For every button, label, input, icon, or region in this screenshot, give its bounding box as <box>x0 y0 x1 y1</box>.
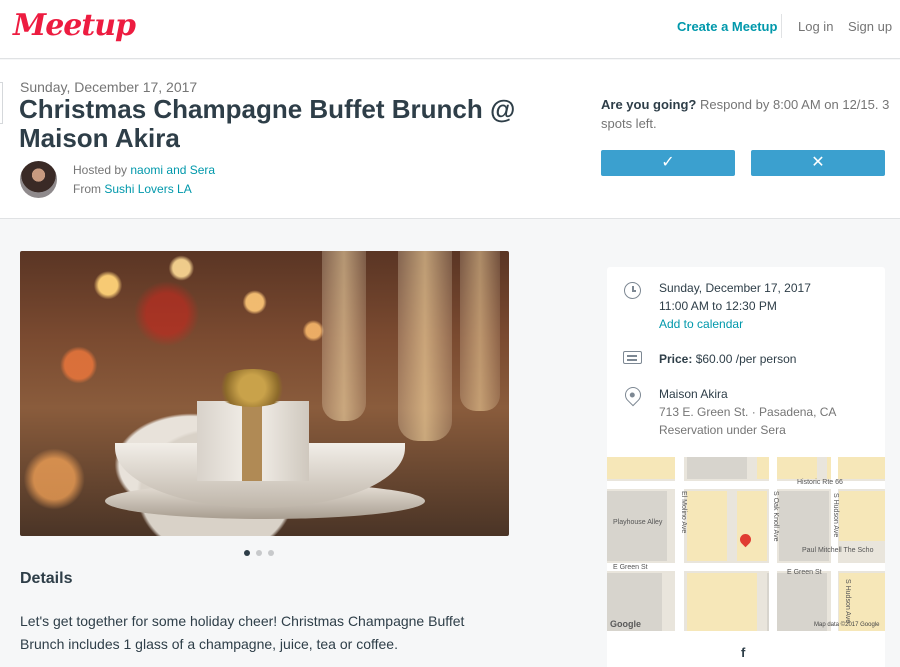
champagne-glass <box>398 251 452 441</box>
map-label-oak-knoll: S Oak Knoll Ave <box>772 491 779 542</box>
map-label-playhouse: Playhouse Alley <box>613 519 663 526</box>
photo-carousel-dots <box>244 543 280 561</box>
rsvp-question: Are you going? <box>601 97 697 112</box>
event-header: Sunday, December 17, 2017 Christmas Cham… <box>0 60 900 219</box>
gift-ribbon <box>242 401 262 481</box>
location-map[interactable]: Historic Rte 66 Playhouse Alley Paul Mit… <box>607 457 885 631</box>
hosted-by-label: Hosted by <box>73 163 131 177</box>
map-label-green-st: E Green St <box>787 569 822 576</box>
gift-bow <box>212 369 292 407</box>
map-label-hudson: S Hudson Ave <box>844 579 851 624</box>
price-value: $60.00 /per person <box>692 352 797 366</box>
login-link[interactable]: Log in <box>798 19 833 34</box>
event-photo[interactable] <box>20 251 509 536</box>
nav-divider <box>781 14 782 38</box>
details-heading: Details <box>20 570 73 587</box>
carousel-dot[interactable] <box>256 550 262 556</box>
carousel-dot[interactable] <box>268 550 274 556</box>
google-logo: Google <box>610 619 641 629</box>
clock-icon <box>624 282 641 299</box>
details-text: Let's get together for some holiday chee… <box>20 613 465 652</box>
close-icon: ✕ <box>811 154 825 171</box>
venue-name[interactable]: Maison Akira <box>659 385 728 403</box>
from-group: From Sushi Lovers LA <box>73 182 192 196</box>
rsvp-yes-button[interactable]: ✓ <box>601 150 735 176</box>
location-pin-icon <box>621 383 645 407</box>
hosts-link[interactable]: naomi and Sera <box>130 163 215 177</box>
card-time: 11:00 AM to 12:30 PM <box>659 299 777 313</box>
price-label: Price: <box>659 352 693 366</box>
carousel-dot[interactable] <box>244 550 250 556</box>
checkmark-icon: ✓ <box>661 154 675 171</box>
spots-left-text: spots left. <box>601 116 657 131</box>
map-label-molino: El Molino Ave <box>680 491 687 534</box>
host-avatar[interactable] <box>20 161 57 198</box>
create-meetup-link[interactable]: Create a Meetup <box>677 19 777 34</box>
map-credit: Map data ©2017 Google <box>814 622 880 628</box>
top-navigation: Meetup Create a Meetup Log in Sign up <box>0 0 900 59</box>
champagne-glass <box>460 251 500 411</box>
venue-note: Reservation under Sera <box>659 423 786 437</box>
champagne-glass <box>322 251 366 421</box>
event-date: Sunday, December 17, 2017 <box>20 79 198 95</box>
card-price: Price: $60.00 /per person <box>659 350 796 368</box>
add-to-calendar-link[interactable]: Add to calendar <box>659 315 743 333</box>
map-label-hudson: S Hudson Ave <box>832 493 839 538</box>
signup-link[interactable]: Sign up <box>848 19 892 34</box>
map-label-green-st: E Green St <box>613 564 648 571</box>
from-label: From <box>73 182 105 196</box>
group-link[interactable]: Sushi Lovers LA <box>104 182 191 196</box>
event-title: Christmas Champagne Buffet Brunch @ Mais… <box>19 94 516 153</box>
hosted-by: Hosted by naomi and Sera <box>73 163 215 177</box>
venue-address: 713 E. Green St. · Pasadena, CA <box>659 405 837 419</box>
spots-count: 3 <box>882 97 890 112</box>
meetup-logo[interactable]: Meetup <box>13 8 136 43</box>
rsvp-deadline: Respond by 8:00 AM on 12/15. <box>699 97 879 112</box>
facebook-share-icon[interactable]: f <box>741 645 745 660</box>
map-label-paul-mitchell: Paul Mitchell The Scho <box>802 547 874 554</box>
map-label-historic: Historic Rte 66 <box>797 479 843 486</box>
header-edge-tab <box>0 82 3 124</box>
rsvp-prompt: Are you going? Respond by 8:00 AM on 12/… <box>601 95 891 133</box>
card-date: Sunday, December 17, 2017 <box>659 281 811 295</box>
rsvp-no-button[interactable]: ✕ <box>751 150 885 176</box>
event-info-card: Sunday, December 17, 2017 11:00 AM to 12… <box>607 267 885 667</box>
ticket-icon <box>623 351 642 364</box>
